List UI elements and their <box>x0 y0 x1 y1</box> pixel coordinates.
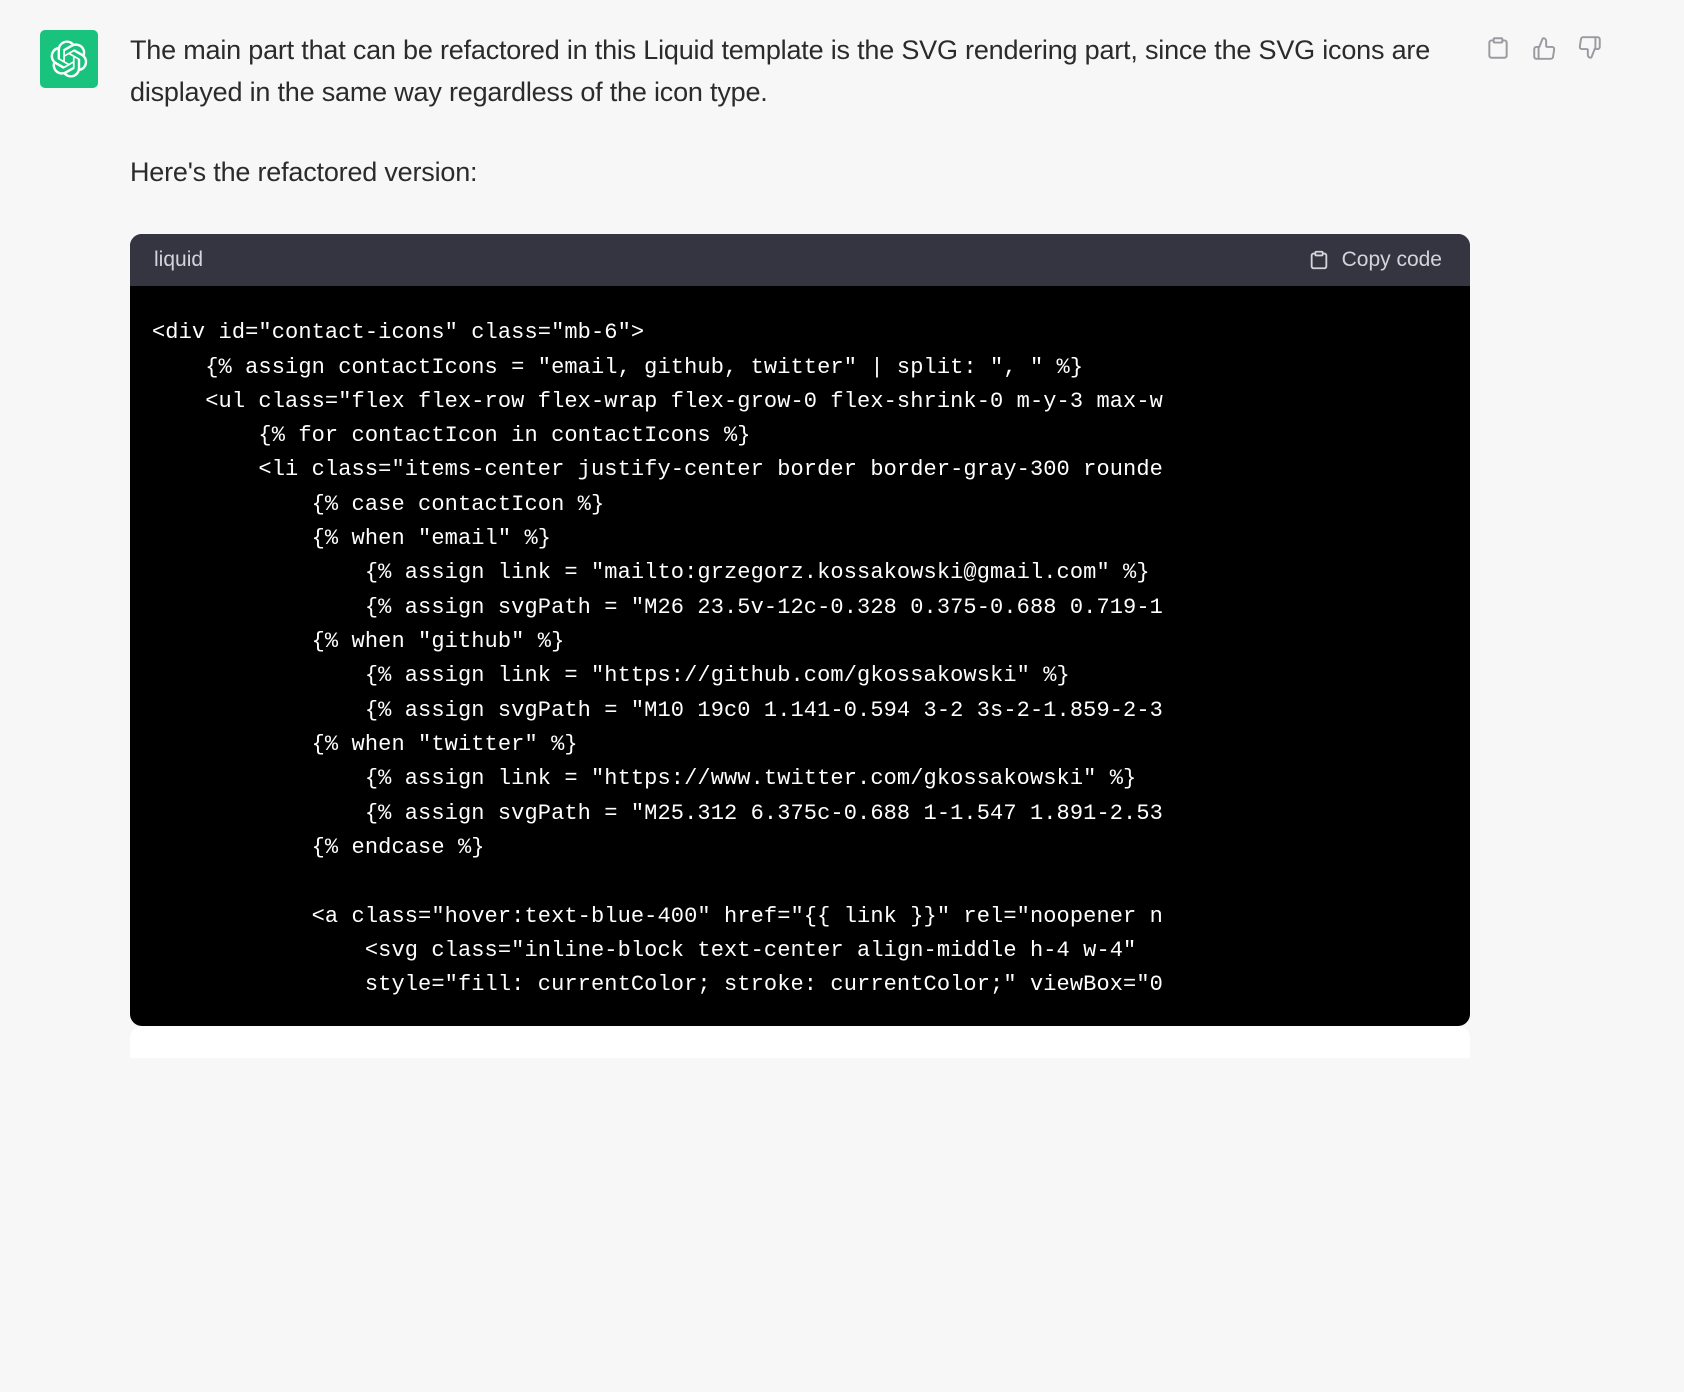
thumbs-down-icon <box>1577 35 1603 61</box>
clipboard-icon <box>1308 249 1330 271</box>
thumbs-up-icon <box>1531 35 1557 61</box>
thumbs-down-button[interactable] <box>1576 34 1604 62</box>
subtext-paragraph: Here's the refactored version: <box>130 152 1470 193</box>
message-content: The main part that can be refactored in … <box>130 30 1470 1058</box>
bottom-panel <box>130 1026 1470 1058</box>
message-actions <box>1484 34 1604 62</box>
copy-code-label: Copy code <box>1342 248 1442 272</box>
assistant-avatar <box>40 30 98 88</box>
assistant-logo-icon <box>50 40 88 78</box>
copy-code-button[interactable]: Copy code <box>1308 248 1442 272</box>
intro-paragraph: The main part that can be refactored in … <box>130 30 1470 114</box>
thumbs-up-button[interactable] <box>1530 34 1558 62</box>
code-content[interactable]: <div id="contact-icons" class="mb-6"> {%… <box>130 286 1470 1026</box>
code-header: liquid Copy code <box>130 234 1470 286</box>
code-language-label: liquid <box>154 248 203 272</box>
clipboard-icon <box>1485 35 1511 61</box>
assistant-message-row: The main part that can be refactored in … <box>40 30 1644 1058</box>
copy-message-button[interactable] <box>1484 34 1512 62</box>
code-block: liquid Copy code <div id="contact-icons"… <box>130 234 1470 1026</box>
